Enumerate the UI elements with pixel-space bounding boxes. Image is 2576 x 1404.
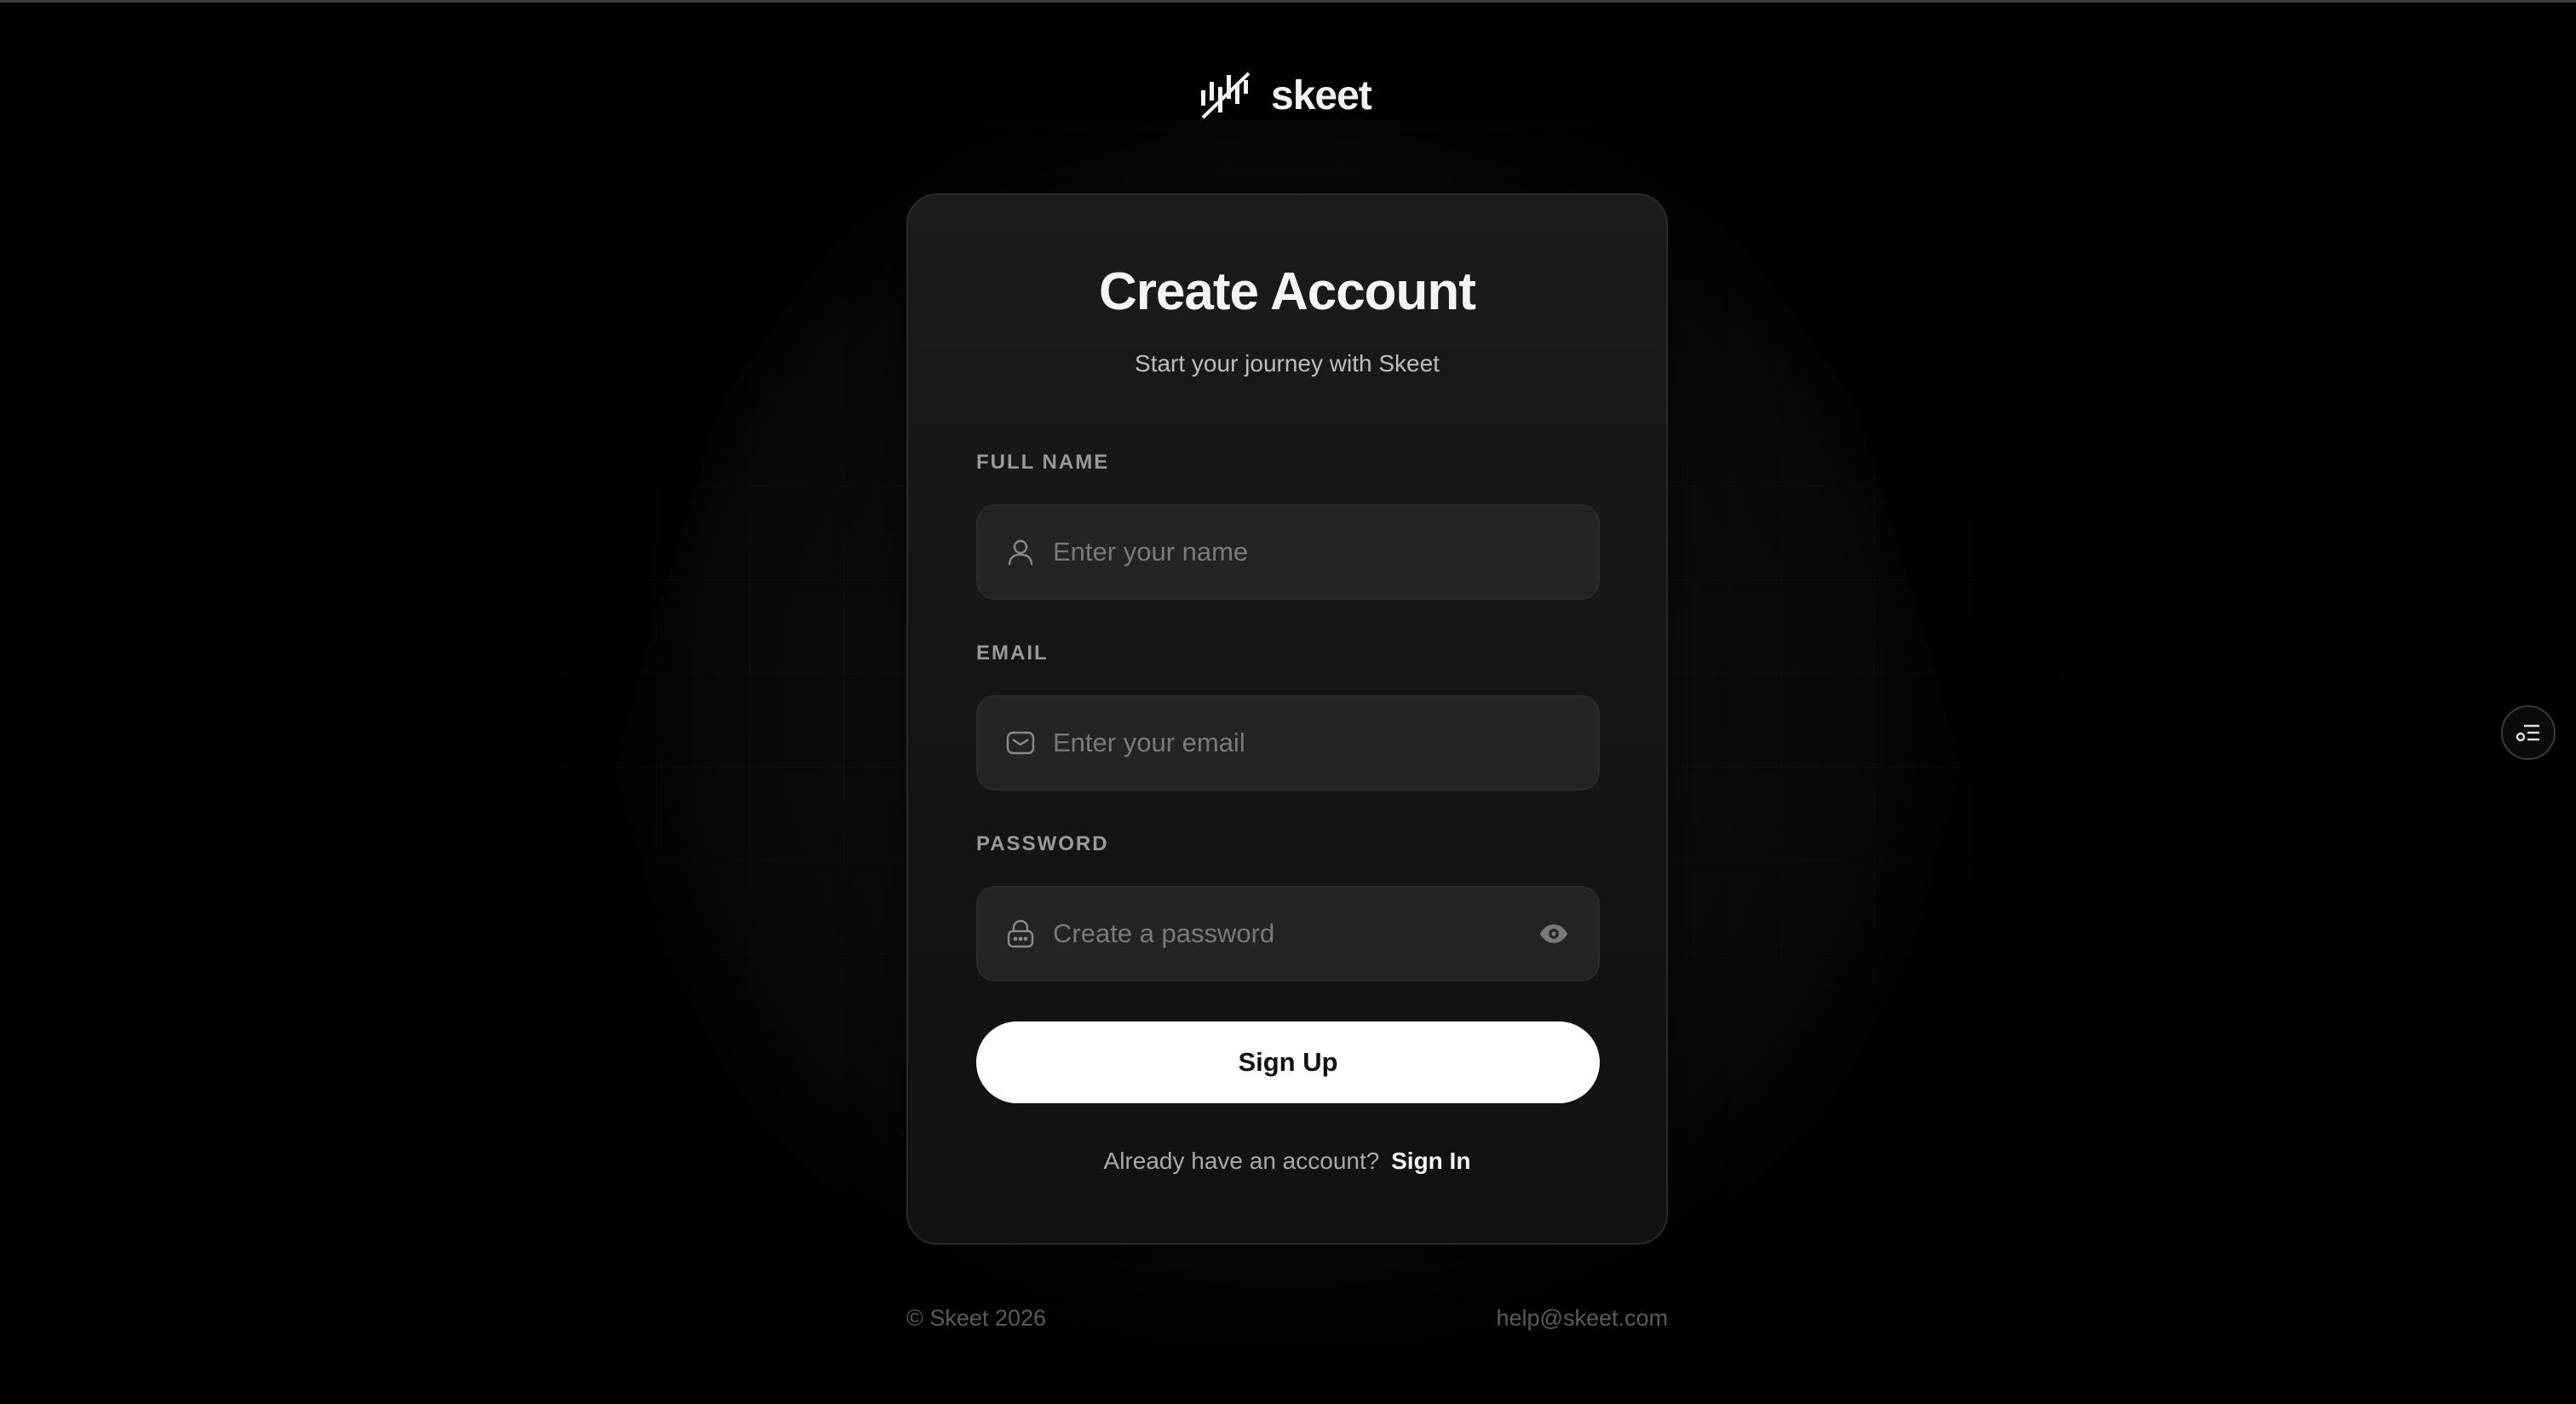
sign-in-link[interactable]: Sign In: [1391, 1148, 1470, 1174]
full-name-label: FULL NAME: [976, 451, 1110, 474]
signin-prompt-text: Already have an account?: [1103, 1148, 1380, 1174]
email-field[interactable]: [976, 695, 1600, 791]
email-label: EMAIL: [976, 642, 1049, 665]
signup-card: Create Account Start your journey with S…: [906, 193, 1668, 1245]
password-field[interactable]: [976, 886, 1600, 981]
eye-icon[interactable]: [1537, 917, 1571, 951]
settings-list-button[interactable]: [2501, 705, 2556, 760]
user-icon: [1005, 537, 1036, 567]
full-name-field[interactable]: [976, 504, 1600, 600]
password-label: PASSWORD: [976, 832, 1109, 855]
bars-slash-logo-icon: [1201, 72, 1251, 119]
email-input[interactable]: [1051, 727, 1598, 759]
top-border: [0, 0, 2576, 3]
settings-list-icon: [2516, 724, 2539, 742]
lock-icon: [1005, 918, 1036, 949]
signin-prompt-row: Already have an account? Sign In: [908, 1148, 1666, 1175]
mail-icon: [1005, 728, 1036, 758]
password-input[interactable]: [1051, 918, 1537, 950]
sign-up-button[interactable]: Sign Up: [976, 1021, 1600, 1103]
brand-name: skeet: [1271, 72, 1372, 118]
page: skeet Create Account Start your journey …: [0, 0, 2576, 1404]
footer-email-link[interactable]: help@skeet.com: [1487, 1305, 1669, 1332]
footer-copyright: © Skeet 2026: [906, 1305, 1047, 1331]
page-title: Create Account: [1099, 262, 1476, 321]
full-name-input[interactable]: [1051, 536, 1598, 568]
brand-header[interactable]: skeet: [1196, 70, 1372, 121]
page-subtitle: Start your journey with Skeet: [1135, 350, 1440, 377]
